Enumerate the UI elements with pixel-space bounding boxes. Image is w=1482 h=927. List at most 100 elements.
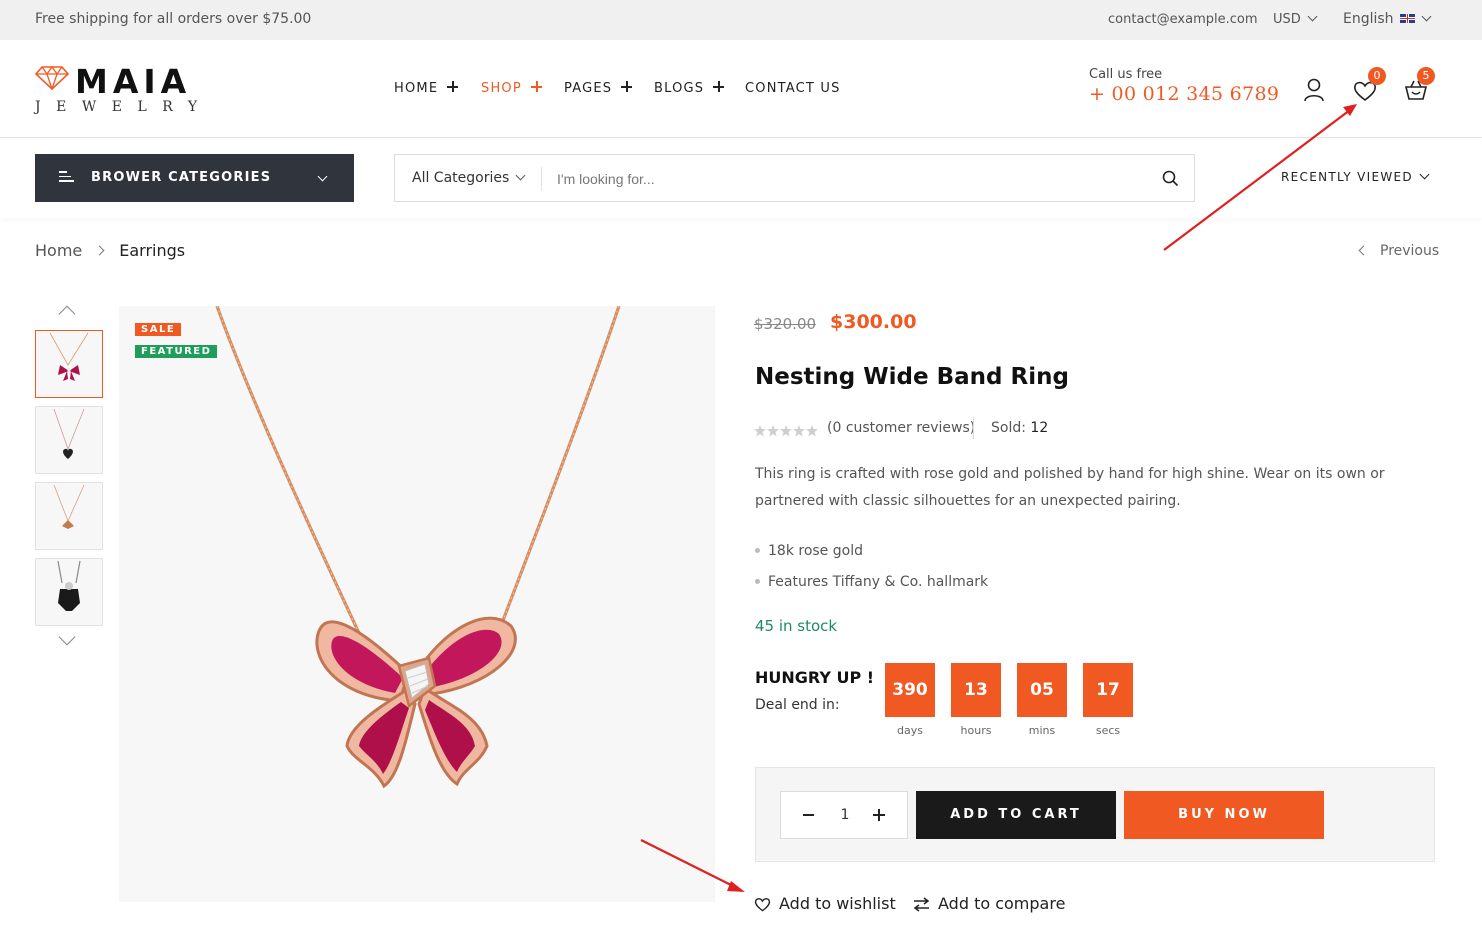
- plus-icon: [447, 81, 459, 92]
- countdown-days: 390: [885, 663, 935, 717]
- quantity-input[interactable]: 1: [781, 807, 909, 823]
- old-price: $320.00: [754, 315, 817, 333]
- diamond-logo-icon: [35, 66, 69, 90]
- plus-icon: [621, 81, 633, 92]
- feature-item: 18k rose gold: [755, 543, 863, 559]
- nav-contact-us[interactable]: CONTACT US: [745, 81, 841, 96]
- wishlist-button[interactable]: 0: [1353, 67, 1386, 106]
- recently-viewed-dropdown[interactable]: RECENTLY VIEWED: [1281, 169, 1430, 184]
- product-thumbnail-1[interactable]: [35, 330, 103, 398]
- search-icon[interactable]: [1162, 170, 1179, 187]
- chevron-right-icon: [94, 245, 105, 256]
- plus-icon: [530, 81, 542, 92]
- chevron-down-icon: [317, 171, 328, 182]
- nav-shop[interactable]: SHOP: [481, 81, 542, 96]
- thumbs-up-arrow-icon[interactable]: [58, 305, 76, 323]
- breadcrumb: Home Earrings: [35, 241, 185, 260]
- account-button[interactable]: [1303, 78, 1325, 106]
- bullet-icon: [755, 548, 760, 553]
- cart-count-badge: 5: [1417, 67, 1435, 85]
- uk-flag-icon: [1399, 14, 1415, 23]
- sold-value: 12: [1030, 420, 1049, 436]
- search-divider: [541, 167, 542, 191]
- countdown-hours-label: hours: [960, 724, 992, 737]
- countdown-mins: 05: [1017, 663, 1067, 717]
- main-product-image[interactable]: [119, 306, 715, 902]
- product-thumbnail-3[interactable]: [35, 482, 103, 550]
- call-us: Call us free + 00 012 345 6789: [1089, 67, 1279, 105]
- nav-pages[interactable]: PAGES: [564, 81, 633, 96]
- add-to-compare-link[interactable]: Add to compare: [913, 894, 1065, 913]
- feature-item: Features Tiffany & Co. hallmark: [755, 574, 988, 590]
- quantity-stepper: 1: [780, 791, 908, 839]
- necklace-onyx-thumb: [57, 560, 81, 611]
- add-to-cart-button[interactable]: ADD TO CART: [916, 791, 1116, 839]
- breadcrumb-current: Earrings: [119, 241, 186, 260]
- countdown-secs-label: secs: [1095, 724, 1121, 737]
- logo-brand: MAIA: [75, 62, 192, 101]
- search-bar: All Categories: [394, 154, 1195, 202]
- countdown-days-label: days: [897, 724, 923, 737]
- rating-stars: [754, 422, 820, 441]
- product-thumbnail-2[interactable]: [35, 406, 103, 474]
- search-category-select[interactable]: All Categories: [412, 170, 526, 186]
- search-input[interactable]: [557, 167, 1137, 191]
- countdown-secs: 17: [1083, 663, 1133, 717]
- chevron-left-icon: [1358, 245, 1369, 256]
- buy-now-button[interactable]: BUY NOW: [1124, 791, 1324, 839]
- chevron-down-icon: [515, 170, 526, 181]
- language-label: English: [1343, 11, 1394, 27]
- cart-button[interactable]: 5: [1404, 67, 1435, 105]
- current-price: $300.00: [830, 311, 917, 333]
- deal-title: HUNGRY UP !: [755, 668, 875, 687]
- previous-product-link[interactable]: Previous: [1358, 243, 1439, 259]
- countdown-mins-label: mins: [1028, 724, 1056, 737]
- breadcrumb-home[interactable]: Home: [35, 241, 82, 260]
- thumbs-down-arrow-icon[interactable]: [58, 628, 76, 646]
- call-label: Call us free: [1089, 67, 1163, 82]
- contact-email-link[interactable]: contact@example.com: [1108, 12, 1258, 27]
- meta-divider: [973, 417, 974, 439]
- shipping-notice: Free shipping for all orders over $75.00: [35, 11, 312, 27]
- plus-icon: [713, 81, 725, 92]
- increase-quantity-button[interactable]: [873, 809, 885, 821]
- category-bar: BROWER CATEGORIES All Categories RECENTL…: [0, 138, 1482, 218]
- product-title: Nesting Wide Band Ring: [755, 364, 1069, 390]
- compare-arrows-icon: [913, 897, 930, 912]
- wishlist-count-badge: 0: [1368, 67, 1386, 85]
- currency-selector[interactable]: USD: [1273, 11, 1318, 27]
- bow-necklace-image: [215, 306, 621, 789]
- necklace-heart-thumb: [53, 408, 85, 459]
- site-header: MAIA JEWELRY HOME SHOP PAGES BLOGS CONTA…: [0, 40, 1482, 138]
- currency-label: USD: [1273, 12, 1301, 27]
- sale-badge: SALE: [135, 323, 182, 336]
- countdown-hours: 13: [951, 663, 1001, 717]
- chevron-down-icon: [1419, 169, 1430, 180]
- heart-icon: [754, 898, 771, 912]
- menu-icon: [59, 171, 74, 184]
- necklace-gold-thumb: [53, 484, 85, 529]
- bullet-icon: [755, 579, 760, 584]
- deal-end-label: Deal end in:: [755, 697, 840, 713]
- top-bar: Free shipping for all orders over $75.00…: [0, 0, 1482, 40]
- browse-categories-button[interactable]: BROWER CATEGORIES: [35, 154, 354, 202]
- sold-count: Sold: 12: [991, 420, 1049, 436]
- stock-status: 45 in stock: [755, 617, 838, 635]
- necklace-bow-thumb: [49, 332, 89, 381]
- reviews-link[interactable]: (0 customer reviews): [827, 420, 975, 436]
- product-thumbnail-4[interactable]: [35, 558, 103, 626]
- add-to-wishlist-link[interactable]: Add to wishlist: [754, 894, 896, 913]
- phone-number[interactable]: + 00 012 345 6789: [1089, 83, 1279, 105]
- nav-home[interactable]: HOME: [394, 81, 459, 96]
- featured-badge: FEATURED: [135, 345, 218, 358]
- chevron-down-icon: [1307, 11, 1318, 22]
- annotation-arrowhead-link: [727, 881, 745, 892]
- language-selector[interactable]: English: [1343, 11, 1432, 27]
- chevron-down-icon: [1421, 11, 1432, 22]
- browse-categories-label: BROWER CATEGORIES: [91, 170, 272, 185]
- logo-subtitle: JEWELRY: [35, 99, 213, 115]
- star-rating-icon: [754, 425, 818, 437]
- nav-blogs[interactable]: BLOGS: [654, 81, 725, 96]
- user-icon: [1304, 78, 1324, 102]
- product-description: This ring is crafted with rose gold and …: [755, 466, 1385, 509]
